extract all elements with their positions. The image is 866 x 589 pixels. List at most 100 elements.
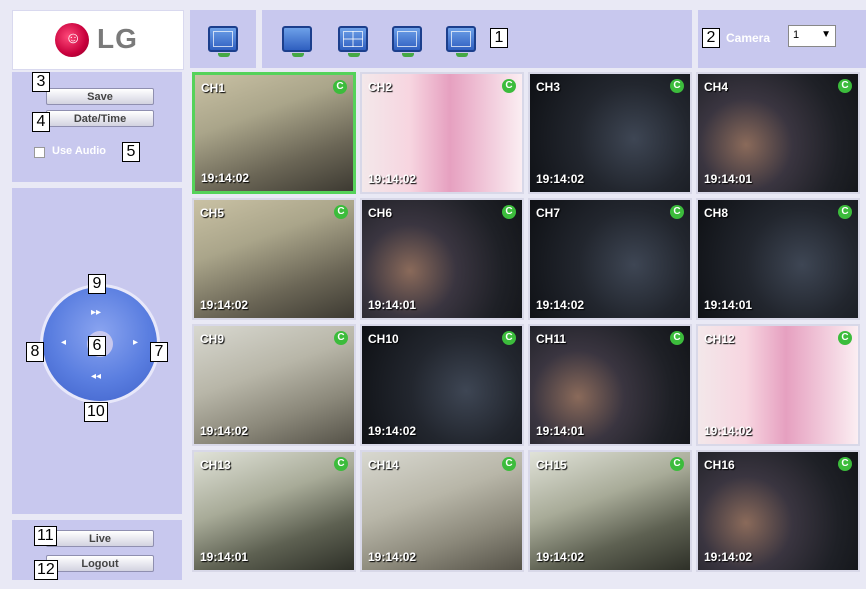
camera-select-panel: 2 Camera 1 ▼: [698, 10, 866, 68]
callout-9: 9: [88, 274, 106, 294]
callout-7: 7: [150, 342, 168, 362]
toolbar-layout-panel: 1: [262, 10, 692, 68]
channel-time: 19:14:02: [200, 298, 249, 312]
channel-label: CH16: [704, 458, 735, 472]
live-button[interactable]: Live: [46, 530, 154, 547]
channel-time: 19:14:01: [368, 298, 417, 312]
callout-11: 11: [34, 526, 57, 546]
ptz-up-arrow-icon[interactable]: ▸▸: [91, 307, 101, 318]
ptz-right-arrow-icon[interactable]: ▸: [133, 337, 138, 348]
channel-label: CH10: [368, 332, 399, 346]
sixteen-view-icon[interactable]: [446, 26, 476, 57]
camera-tile[interactable]: CH2 C 19:14:02: [360, 72, 524, 194]
connection-status-icon: C: [502, 457, 516, 471]
camera-tile[interactable]: CH9 C 19:14:02: [192, 324, 356, 446]
camera-select-value: 1: [793, 29, 800, 41]
chevron-down-icon: ▼: [821, 29, 831, 40]
channel-time: 19:14:02: [368, 424, 417, 438]
channel-time: 19:14:02: [201, 171, 250, 185]
channel-label: CH12: [704, 332, 735, 346]
fullscreen-view-icon[interactable]: [208, 26, 238, 57]
settings-panel: Save Date/Time Use Audio 3 4 5: [12, 72, 182, 182]
camera-tile[interactable]: CH6 C 19:14:01: [360, 198, 524, 320]
connection-status-icon: C: [670, 457, 684, 471]
channel-time: 19:14:01: [704, 298, 753, 312]
save-button[interactable]: Save: [46, 88, 154, 105]
single-view-icon[interactable]: [282, 26, 312, 57]
camera-tile[interactable]: CH5 C 19:14:02: [192, 198, 356, 320]
callout-5: 5: [122, 142, 140, 162]
channel-label: CH9: [200, 332, 225, 346]
logout-button[interactable]: Logout: [46, 555, 154, 572]
channel-label: CH14: [368, 458, 399, 472]
channel-label: CH1: [201, 81, 226, 95]
camera-tile[interactable]: CH15 C 19:14:02: [528, 450, 692, 572]
connection-status-icon: C: [838, 331, 852, 345]
channel-time: 19:14:01: [536, 424, 585, 438]
connection-status-icon: C: [333, 80, 347, 94]
camera-select[interactable]: 1 ▼: [788, 25, 836, 47]
channel-time: 19:14:02: [536, 172, 585, 186]
channel-label: CH15: [536, 458, 567, 472]
connection-status-icon: C: [838, 457, 852, 471]
callout-10: 10: [84, 402, 108, 422]
camera-tile[interactable]: CH12 C 19:14:02: [696, 324, 860, 446]
connection-status-icon: C: [502, 79, 516, 93]
quad-view-icon[interactable]: [338, 26, 368, 57]
channel-time: 19:14:02: [200, 424, 249, 438]
lg-logo-text: LG: [97, 23, 138, 54]
use-audio-label: Use Audio: [52, 145, 106, 157]
toolbar-fullscreen-panel: [190, 10, 256, 68]
channel-label: CH5: [200, 206, 225, 220]
ptz-panel: ▸▸ ◂◂ ◂ ▸ 9 6 10 8 7: [12, 188, 182, 514]
camera-tile[interactable]: CH10 C 19:14:02: [360, 324, 524, 446]
channel-time: 19:14:02: [368, 550, 417, 564]
camera-tile[interactable]: CH7 C 19:14:02: [528, 198, 692, 320]
camera-tile[interactable]: CH16 C 19:14:02: [696, 450, 860, 572]
connection-status-icon: C: [838, 205, 852, 219]
nine-view-icon[interactable]: [392, 26, 422, 57]
channel-label: CH8: [704, 206, 729, 220]
camera-tile[interactable]: CH14 C 19:14:02: [360, 450, 524, 572]
lg-logo: ☺ LG: [12, 10, 184, 70]
channel-label: CH3: [536, 80, 561, 94]
ptz-down-arrow-icon[interactable]: ◂◂: [91, 371, 101, 382]
channel-time: 19:14:01: [704, 172, 753, 186]
camera-tile[interactable]: CH8 C 19:14:01: [696, 198, 860, 320]
connection-status-icon: C: [670, 205, 684, 219]
connection-status-icon: C: [670, 79, 684, 93]
callout-3: 3: [32, 72, 50, 92]
connection-status-icon: C: [502, 205, 516, 219]
callout-4: 4: [32, 112, 50, 132]
connection-status-icon: C: [334, 205, 348, 219]
datetime-button[interactable]: Date/Time: [46, 110, 154, 127]
callout-8: 8: [26, 342, 44, 362]
use-audio-checkbox[interactable]: [34, 147, 45, 158]
connection-status-icon: C: [670, 331, 684, 345]
channel-time: 19:14:02: [704, 550, 753, 564]
connection-status-icon: C: [334, 331, 348, 345]
camera-tile[interactable]: CH1 C 19:14:02: [192, 72, 356, 194]
channel-label: CH7: [536, 206, 561, 220]
camera-tile[interactable]: CH13 C 19:14:01: [192, 450, 356, 572]
channel-time: 19:14:02: [536, 550, 585, 564]
channel-label: CH11: [536, 332, 567, 346]
channel-time: 19:14:01: [200, 550, 249, 564]
lg-logo-icon: ☺: [55, 23, 89, 57]
channel-time: 19:14:02: [368, 172, 417, 186]
callout-1: 1: [490, 28, 508, 48]
connection-status-icon: C: [334, 457, 348, 471]
channel-label: CH13: [200, 458, 231, 472]
connection-status-icon: C: [502, 331, 516, 345]
callout-12: 12: [34, 560, 58, 580]
ptz-left-arrow-icon[interactable]: ◂: [61, 337, 66, 348]
channel-label: CH2: [368, 80, 393, 94]
camera-grid: CH1 C 19:14:02 CH2 C 19:14:02 CH3 C 19:1…: [192, 72, 866, 580]
camera-tile[interactable]: CH3 C 19:14:02: [528, 72, 692, 194]
camera-tile[interactable]: CH4 C 19:14:01: [696, 72, 860, 194]
callout-6: 6: [88, 336, 106, 356]
callout-2: 2: [702, 28, 720, 48]
channel-time: 19:14:02: [536, 298, 585, 312]
camera-tile[interactable]: CH11 C 19:14:01: [528, 324, 692, 446]
camera-label: Camera: [726, 31, 771, 45]
